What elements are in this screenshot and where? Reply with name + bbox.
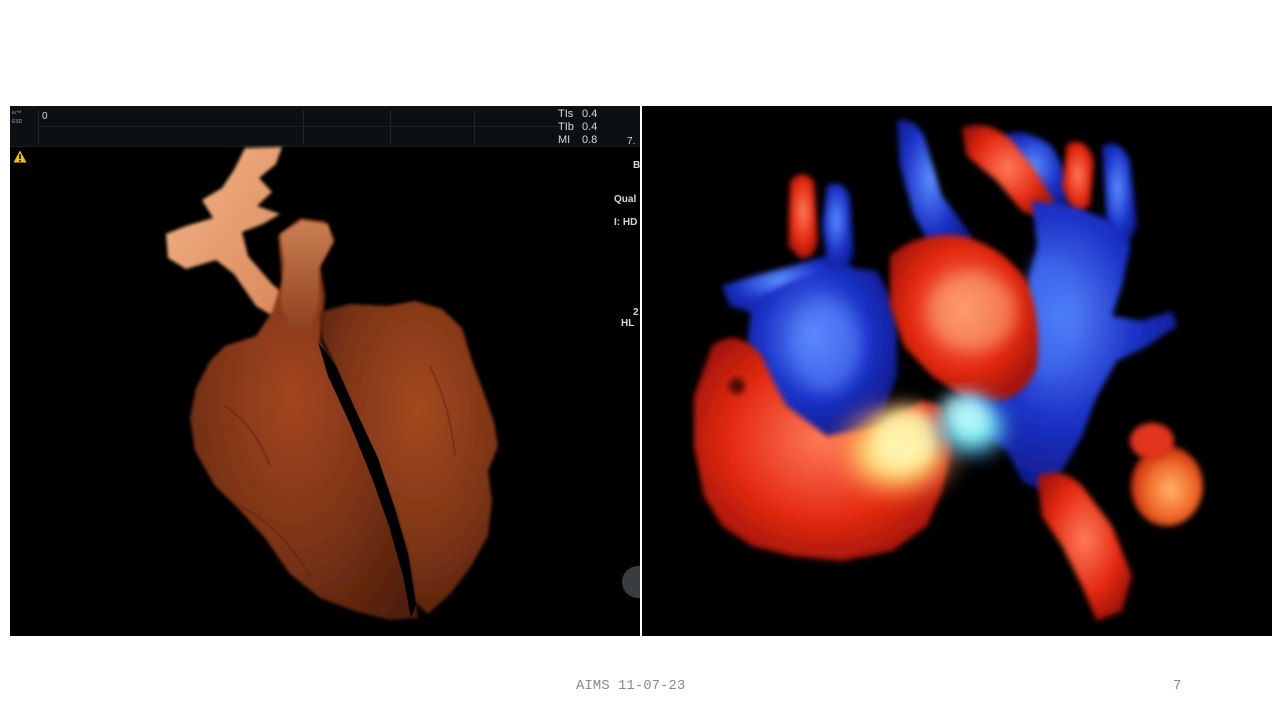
doppler-flow-render [694,120,1203,621]
ultrasound-3d-render-image: iu⁺ᴹ ESD 0 TIs 0.4 TIb 0.4 MI 0.8 7. B Qual… [10,106,640,636]
slide-number: 7 [1173,678,1182,694]
heart-valve-render [166,147,498,620]
footer-text: AIMS 11-07-23 [576,678,686,694]
presentation-slide: iu⁺ᴹ ESD 0 TIs 0.4 TIb 0.4 MI 0.8 7. B Qual… [0,0,1280,720]
color-doppler-3d-render-image [642,106,1272,636]
